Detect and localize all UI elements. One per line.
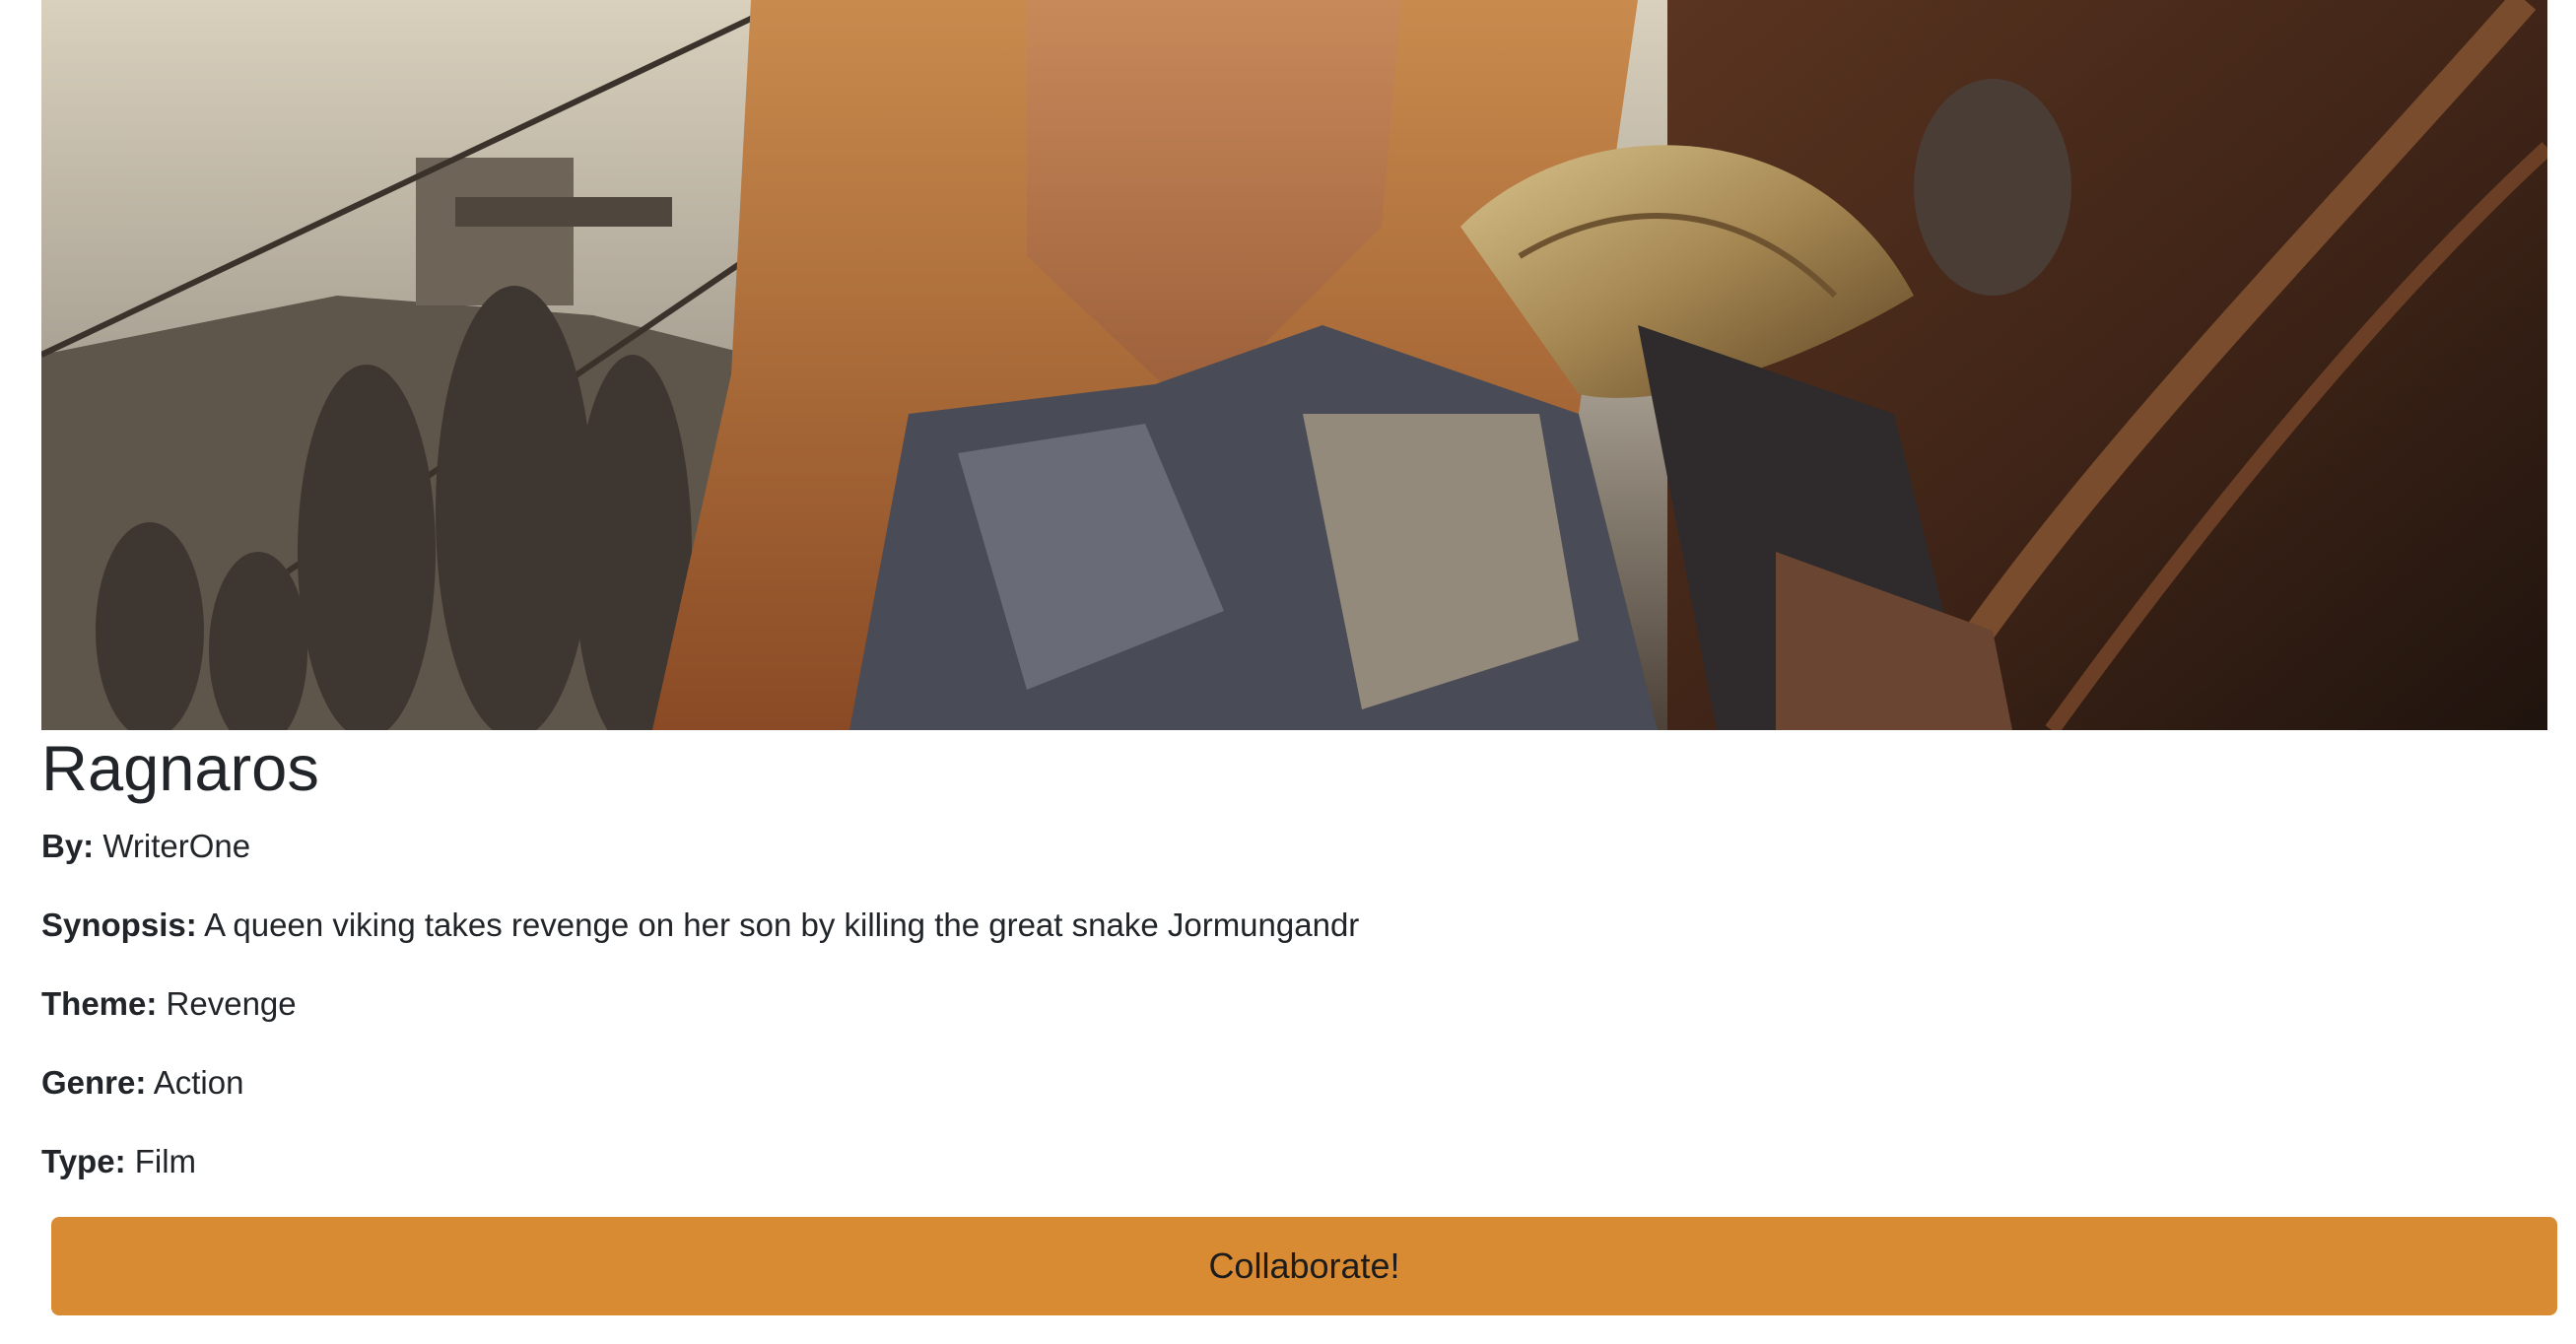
story-detail-page: Ragnaros By: WriterOne Synopsis: A queen… — [0, 0, 2576, 1344]
genre-value: Action — [153, 1064, 244, 1101]
theme-line: Theme: Revenge — [41, 984, 297, 1024]
story-details: Ragnaros By: WriterOne Synopsis: A queen… — [41, 730, 2547, 1179]
synopsis-line: Synopsis: A queen viking takes revenge o… — [41, 906, 1359, 945]
story-title: Ragnaros — [41, 732, 319, 804]
type-value: Film — [134, 1143, 197, 1179]
theme-value: Revenge — [166, 985, 297, 1022]
synopsis-value: A queen viking takes revenge on her son … — [204, 907, 1360, 943]
story-cover-image — [41, 0, 2547, 730]
genre-label: Genre: — [41, 1064, 147, 1101]
collaborate-button[interactable]: Collaborate! — [51, 1217, 2557, 1315]
by-label: By: — [41, 828, 95, 864]
genre-line: Genre: Action — [41, 1063, 243, 1103]
type-label: Type: — [41, 1143, 126, 1179]
author-line: By: WriterOne — [41, 827, 250, 866]
theme-label: Theme: — [41, 985, 158, 1022]
type-line: Type: Film — [41, 1142, 196, 1181]
author-value: WriterOne — [102, 828, 251, 864]
synopsis-label: Synopsis: — [41, 907, 197, 943]
